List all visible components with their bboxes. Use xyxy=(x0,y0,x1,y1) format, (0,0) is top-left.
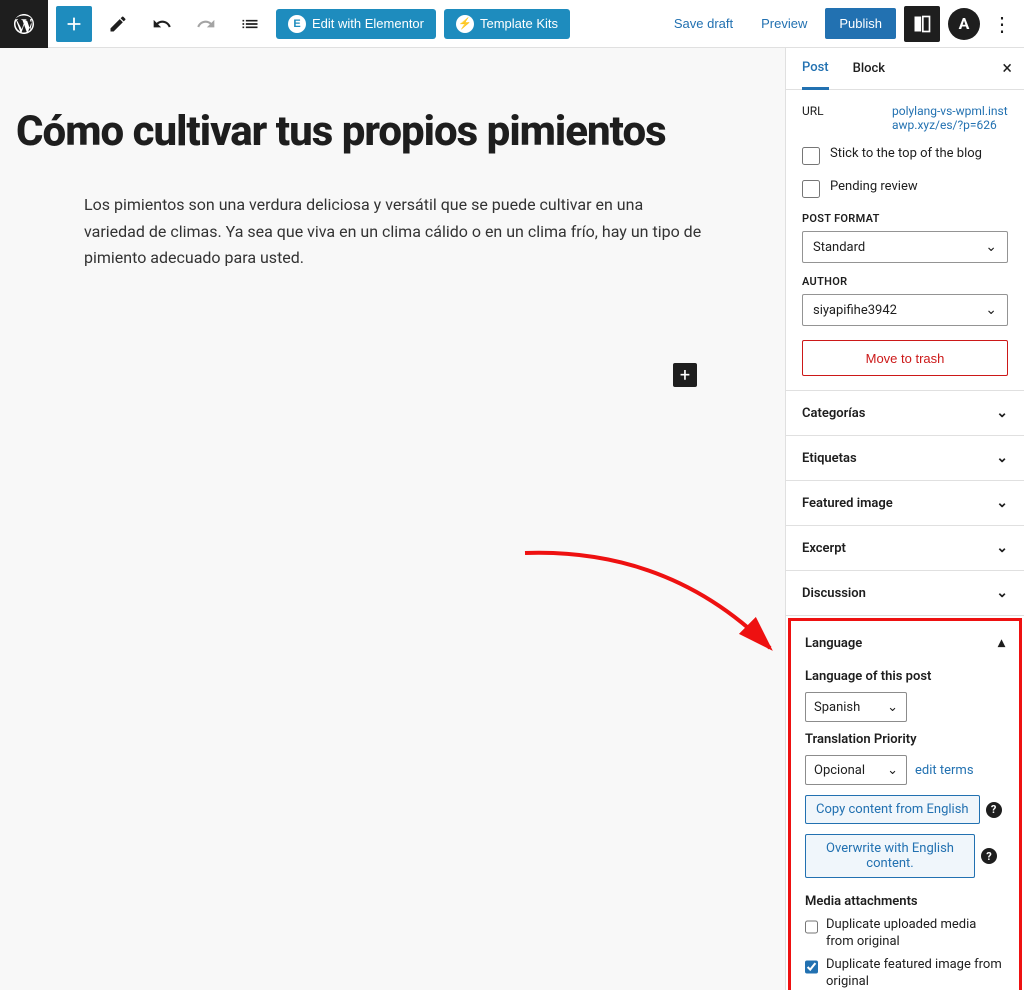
author-label: AUTHOR xyxy=(802,275,1008,288)
chevron-down-icon: ⌄ xyxy=(996,405,1008,421)
add-block-button[interactable] xyxy=(56,6,92,42)
author-select[interactable]: siyapifihe3942⌄ xyxy=(802,294,1008,326)
move-to-trash-button[interactable]: Move to trash xyxy=(802,340,1008,376)
translation-priority-label: Translation Priority xyxy=(805,732,1005,747)
url-label: URL xyxy=(802,104,892,118)
post-body[interactable]: Los pimientos son una verdura deliciosa … xyxy=(84,192,704,271)
chevron-down-icon: ⌄ xyxy=(996,450,1008,466)
accordion-excerpt[interactable]: Excerpt⌄ xyxy=(786,526,1024,571)
close-icon[interactable]: × xyxy=(1002,58,1012,79)
overwrite-content-button[interactable]: Overwrite with English content. xyxy=(805,834,975,878)
accordion-categorias[interactable]: Categorías⌄ xyxy=(786,391,1024,436)
chevron-down-icon: ⌄ xyxy=(996,495,1008,511)
priority-select[interactable]: Opcional⌄ xyxy=(805,755,907,785)
tab-block[interactable]: Block xyxy=(853,49,885,88)
list-view-icon[interactable] xyxy=(232,6,268,42)
template-kits-button[interactable]: ⚡Template Kits xyxy=(444,9,570,39)
chevron-down-icon: ⌄ xyxy=(887,763,898,778)
accordion-featured-image[interactable]: Featured image⌄ xyxy=(786,481,1024,526)
chevron-down-icon: ⌄ xyxy=(887,700,898,715)
duplicate-media-checkbox[interactable]: Duplicate uploaded media from original xyxy=(805,917,1005,951)
annotation-arrow xyxy=(520,538,800,678)
language-select[interactable]: Spanish⌄ xyxy=(805,692,907,722)
help-icon[interactable]: ? xyxy=(986,802,1002,818)
wordpress-logo[interactable] xyxy=(0,0,48,48)
post-format-label: POST FORMAT xyxy=(802,212,1008,225)
chevron-down-icon: ⌄ xyxy=(985,239,997,255)
save-draft-button[interactable]: Save draft xyxy=(664,10,743,37)
language-of-post-label: Language of this post xyxy=(805,669,1005,684)
copy-content-button[interactable]: Copy content from English xyxy=(805,795,980,824)
insert-block-icon[interactable]: + xyxy=(673,363,697,387)
publish-button[interactable]: Publish xyxy=(825,8,896,39)
help-icon[interactable]: ? xyxy=(981,848,997,864)
post-format-select[interactable]: Standard⌄ xyxy=(802,231,1008,263)
settings-panel-icon[interactable] xyxy=(904,6,940,42)
top-toolbar: EEdit with Elementor ⚡Template Kits Save… xyxy=(0,0,1024,48)
app-icon[interactable]: A xyxy=(948,8,980,40)
chevron-down-icon: ⌄ xyxy=(996,540,1008,556)
editor-canvas[interactable]: Cómo cultivar tus propios pimientos Los … xyxy=(0,48,785,990)
language-header[interactable]: Language xyxy=(805,636,862,651)
chevron-down-icon: ⌄ xyxy=(985,302,997,318)
post-title[interactable]: Cómo cultivar tus propios pimientos xyxy=(16,108,769,156)
redo-icon[interactable] xyxy=(188,6,224,42)
accordion-etiquetas[interactable]: Etiquetas⌄ xyxy=(786,436,1024,481)
chevron-down-icon: ⌄ xyxy=(996,585,1008,601)
pending-review-checkbox[interactable]: Pending review xyxy=(802,179,1008,198)
duplicate-featured-checkbox[interactable]: Duplicate featured image from original xyxy=(805,957,1005,990)
settings-sidebar: Post Block × URL polylang-vs-wpml.instaw… xyxy=(785,48,1024,990)
tab-post[interactable]: Post xyxy=(802,48,829,90)
accordion-discussion[interactable]: Discussion⌄ xyxy=(786,571,1024,616)
media-attachments-label: Media attachments xyxy=(805,894,1005,909)
undo-icon[interactable] xyxy=(144,6,180,42)
stick-top-checkbox[interactable]: Stick to the top of the blog xyxy=(802,146,1008,165)
preview-button[interactable]: Preview xyxy=(751,10,817,37)
language-panel: Language ▴ Language of this post Spanish⌄… xyxy=(788,618,1022,990)
edit-terms-link[interactable]: edit terms xyxy=(915,763,974,778)
more-options-icon[interactable]: ⋮ xyxy=(988,12,1016,36)
url-value[interactable]: polylang-vs-wpml.instawp.xyz/es/?p=626 xyxy=(892,104,1008,132)
edit-elementor-button[interactable]: EEdit with Elementor xyxy=(276,9,436,39)
caret-up-icon[interactable]: ▴ xyxy=(998,635,1005,651)
edit-mode-icon[interactable] xyxy=(100,6,136,42)
